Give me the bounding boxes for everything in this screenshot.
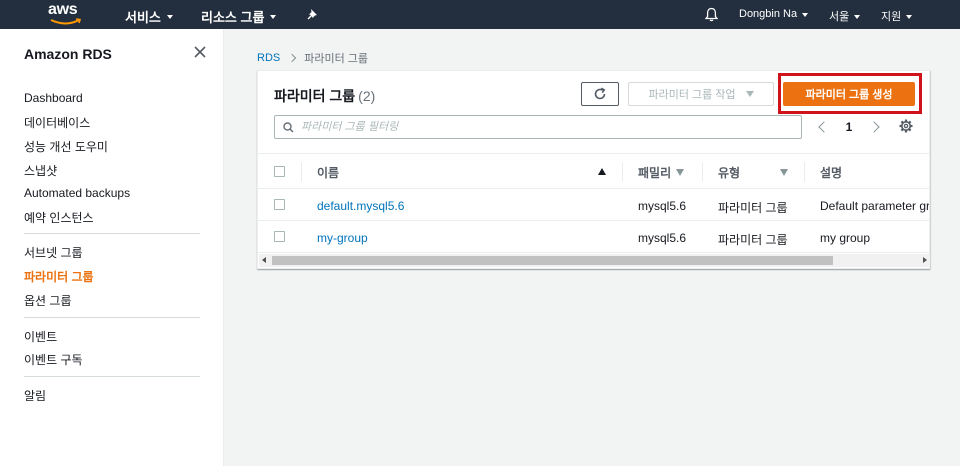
- user-name: Dongbin Na: [739, 8, 798, 20]
- sidebar-item-events[interactable]: 이벤트: [24, 328, 57, 345]
- chevron-down-icon: [745, 91, 754, 97]
- sidebar-item-subnet-groups[interactable]: 서브넷 그룹: [24, 244, 83, 261]
- nav-resource-groups-label: 리소스 그룹: [201, 10, 265, 25]
- parameter-group-name-link[interactable]: default.mysql5.6: [317, 199, 404, 213]
- chevron-right-icon: [287, 53, 297, 63]
- row-checkbox[interactable]: [274, 231, 285, 242]
- support-label: 지원: [881, 11, 902, 23]
- family-cell: mysql5.6: [638, 199, 687, 213]
- type-cell: 파라미터 그룹: [718, 201, 788, 215]
- sidebar-item-performance-insights[interactable]: 성능 개선 도우미: [24, 138, 108, 155]
- column-header-name-label: 이름: [317, 166, 340, 180]
- close-icon[interactable]: [193, 45, 207, 59]
- support-menu[interactable]: 지원: [881, 8, 913, 24]
- aws-smile-icon: [50, 18, 82, 25]
- column-header-family-label: 패밀리: [638, 166, 672, 180]
- filter-input[interactable]: [301, 119, 791, 135]
- column-header-description-label: 설명: [820, 166, 843, 180]
- panel-title-text: 파라미터 그룹: [274, 88, 356, 104]
- gear-icon[interactable]: [899, 119, 913, 133]
- pagination: 1: [814, 117, 884, 137]
- type-cell: 파라미터 그룹: [718, 233, 788, 247]
- sort-ascending-icon[interactable]: [598, 168, 606, 175]
- sidebar-item-databases[interactable]: 데이터베이스: [24, 114, 90, 131]
- description-cell: my group: [820, 231, 871, 245]
- sidebar-divider: [24, 233, 200, 234]
- horizontal-scrollbar[interactable]: [259, 254, 930, 267]
- sidebar-title: Amazon RDS: [24, 46, 112, 62]
- select-all-checkbox[interactable]: [274, 166, 285, 177]
- column-header-type[interactable]: 유형: [718, 164, 740, 181]
- sidebar-item-parameter-groups[interactable]: 파라미터 그룹: [24, 268, 94, 285]
- nav-services-label: 서비스: [125, 10, 161, 25]
- family-cell: mysql5.6: [638, 231, 687, 245]
- page-number[interactable]: 1: [846, 120, 853, 134]
- column-divider: [702, 162, 703, 182]
- chevron-down-icon: [270, 15, 277, 19]
- description-cell: Default parameter group for mysql5.6: [820, 199, 929, 213]
- chevron-left-icon[interactable]: [818, 121, 830, 133]
- sidebar-item-reserved-instances[interactable]: 예약 인스턴스: [24, 209, 94, 226]
- sidebar-item-event-subscriptions[interactable]: 이벤트 구독: [24, 351, 83, 368]
- nav-services-menu[interactable]: 서비스: [125, 7, 173, 26]
- table-row[interactable]: my-group mysql5.6 파라미터 그룹 my group: [258, 221, 929, 253]
- region-menu[interactable]: 서울: [829, 8, 861, 24]
- scroll-left-arrow-icon[interactable]: [262, 257, 266, 263]
- column-header-description[interactable]: 설명: [820, 164, 842, 181]
- sidebar-divider: [24, 317, 200, 318]
- column-header-name[interactable]: 이름: [317, 164, 339, 181]
- chevron-down-icon: [166, 15, 173, 19]
- aws-logo-text: aws: [48, 1, 78, 18]
- row-checkbox[interactable]: [274, 199, 285, 210]
- sidebar: Amazon RDS Dashboard 데이터베이스 성능 개선 도우미 스냅…: [0, 29, 224, 466]
- sort-icon[interactable]: [780, 169, 788, 176]
- parameter-group-name-link[interactable]: my-group: [317, 231, 368, 245]
- top-navigation: aws 서비스 리소스 그룹 Dongbin Na 서울 지원: [0, 0, 960, 29]
- panel-title: 파라미터 그룹 (2): [274, 86, 375, 106]
- column-divider: [804, 162, 805, 182]
- sidebar-item-snapshots[interactable]: 스냅샷: [24, 162, 57, 179]
- sidebar-item-automated-backups[interactable]: Automated backups: [24, 186, 130, 200]
- parameter-group-actions-button[interactable]: 파라미터 그룹 작업: [628, 82, 774, 106]
- sidebar-item-notifications[interactable]: 알림: [24, 387, 46, 404]
- chevron-down-icon: [854, 14, 861, 19]
- table-header: 이름 패밀리 유형 설명: [258, 153, 929, 189]
- refresh-icon: [594, 87, 606, 100]
- table-row[interactable]: default.mysql5.6 mysql5.6 파라미터 그룹 Defaul…: [258, 189, 929, 221]
- bell-icon[interactable]: [705, 7, 718, 22]
- nav-resource-groups-menu[interactable]: 리소스 그룹: [201, 7, 277, 26]
- aws-logo[interactable]: aws: [48, 1, 84, 26]
- refresh-button[interactable]: [581, 82, 619, 106]
- create-parameter-group-button[interactable]: 파라미터 그룹 생성: [783, 82, 915, 106]
- breadcrumb-rds-link[interactable]: RDS: [257, 52, 280, 64]
- sort-icon: [676, 169, 685, 176]
- parameter-groups-panel: 파라미터 그룹(2) 파라미터 그룹 작업 파라미터 그룹 생성 1: [257, 70, 930, 269]
- user-menu[interactable]: Dongbin Na: [739, 8, 809, 20]
- sidebar-divider: [24, 376, 200, 377]
- scrollbar-thumb[interactable]: [272, 256, 833, 265]
- chevron-down-icon: [802, 12, 809, 17]
- column-divider: [301, 162, 302, 182]
- column-header-family[interactable]: 패밀리: [638, 164, 685, 181]
- breadcrumb-current: 파라미터 그룹: [304, 53, 369, 65]
- actions-label: 파라미터 그룹 작업: [648, 89, 736, 101]
- chevron-right-icon[interactable]: [868, 121, 880, 133]
- search-icon: [283, 122, 294, 133]
- chevron-down-icon: [906, 14, 913, 19]
- pin-icon[interactable]: [306, 8, 318, 20]
- column-divider: [622, 162, 623, 182]
- breadcrumb: RDS 파라미터 그룹: [257, 50, 368, 66]
- filter-field[interactable]: [274, 115, 802, 139]
- column-header-type-label: 유형: [718, 166, 741, 180]
- sidebar-item-dashboard[interactable]: Dashboard: [24, 91, 83, 105]
- scroll-right-arrow-icon[interactable]: [923, 257, 927, 263]
- region-label: 서울: [829, 11, 850, 23]
- panel-title-count: (2): [358, 88, 376, 104]
- sidebar-item-option-groups[interactable]: 옵션 그룹: [24, 292, 72, 309]
